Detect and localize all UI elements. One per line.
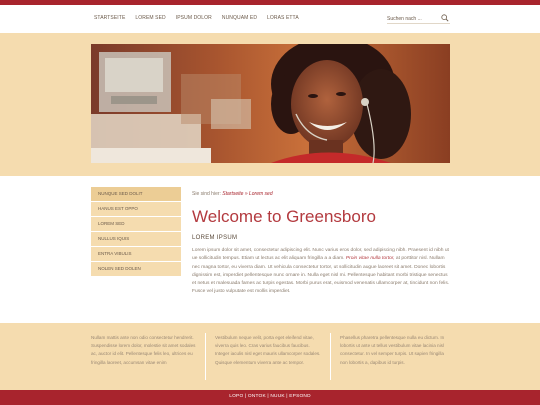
nav-item-ipsum-dolor[interactable]: IPSUM DOLOR — [176, 15, 212, 21]
bottom-links[interactable]: LOPO | ONTOK | NUUK | EPSOND — [0, 394, 540, 399]
sidebar-item-1[interactable]: NUNQUE SED DOLIT — [91, 187, 181, 202]
footer-column-1: Nullam mattis ante non odio consectetur … — [91, 335, 196, 365]
search-box — [387, 14, 450, 24]
body-text-part-2: at porttitor nisl. Nullam nec magna tort… — [192, 256, 450, 295]
breadcrumb-separator: » — [244, 191, 248, 197]
sidebar-item-3[interactable]: LOREM SED — [91, 217, 181, 232]
sidebar-item-4[interactable]: NULLUS IQUIS — [91, 232, 181, 247]
hero-image — [91, 44, 450, 163]
page-title: Welcome to Greensboro — [192, 207, 376, 226]
sidebar-item-5[interactable]: ENTRA VIBULIS — [91, 247, 181, 262]
breadcrumb: Sie sind hier: Startseite » Lorem sed — [192, 191, 273, 197]
breadcrumb-current: Lorem sed — [248, 191, 273, 197]
header: STARTSEITE LOREM SED IPSUM DOLOR NUNQUAM… — [0, 5, 540, 33]
breadcrumb-prefix: Sie sind hier: — [192, 191, 221, 197]
section-subhead: LOREM IPSUM — [192, 235, 238, 241]
nav-item-nunquam-ed[interactable]: NUNQUAM ED — [222, 15, 257, 21]
breadcrumb-home-link[interactable]: Startseite — [222, 191, 243, 197]
nav-item-loras-etta[interactable]: LORAS ETTA — [267, 15, 299, 21]
nav-item-lorem-sed[interactable]: LOREM SED — [135, 15, 165, 21]
footer-divider-1 — [205, 333, 206, 380]
search-icon[interactable] — [441, 14, 449, 22]
sidebar-item-6[interactable]: NOLEN SED DOLEN — [91, 262, 181, 277]
sidebar-menu: NUNQUE SED DOLIT HANUS EST OPPO LOREM SE… — [91, 187, 181, 277]
footer-divider-2 — [330, 333, 331, 380]
body-highlight-link[interactable]: Proin vitae nulla tortor, — [346, 256, 395, 261]
nav-item-startseite[interactable]: STARTSEITE — [94, 15, 125, 21]
search-input[interactable] — [387, 14, 437, 23]
sidebar-item-2[interactable]: HANUS EST OPPO — [91, 202, 181, 217]
body-paragraph: Lorem ipsum dolor sit amet, consectetur … — [192, 247, 450, 297]
footer-column-2: Vestibulum neque velit, porta eget eleif… — [215, 335, 321, 365]
footer-column-3: Phasellus pharetra pellentesque nulla eu… — [340, 335, 445, 365]
main-nav: STARTSEITE LOREM SED IPSUM DOLOR NUNQUAM… — [94, 15, 309, 21]
